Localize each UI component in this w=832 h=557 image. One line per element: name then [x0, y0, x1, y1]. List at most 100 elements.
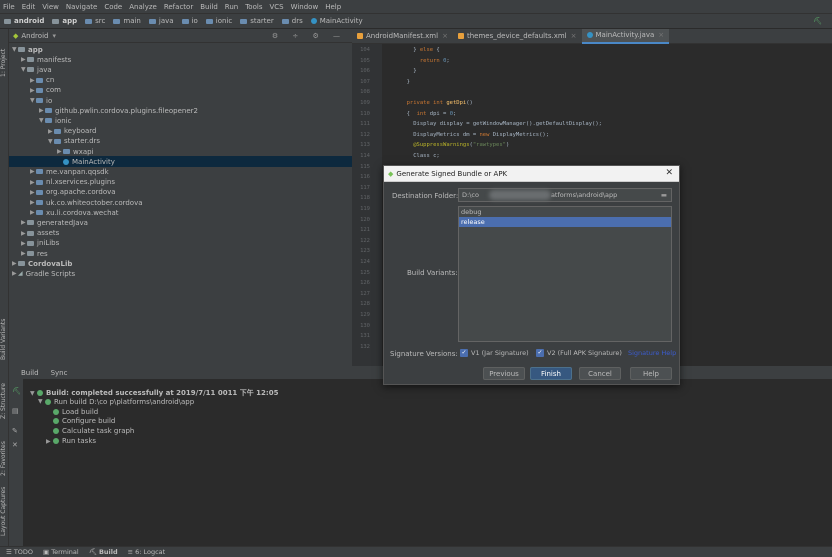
breadcrumb-item[interactable]: io [181, 17, 198, 25]
menu-item-run[interactable]: Run [225, 3, 238, 11]
tree-item-label: org.apache.cordova [46, 188, 116, 197]
breadcrumb-item[interactable]: android [4, 17, 44, 25]
build-toolbar: ⛏ ▤ ✎ ✕ [9, 379, 23, 546]
v1-checkbox[interactable]: ✓ V1 (Jar Signature) [460, 349, 529, 357]
tree-item-label: nl.xservices.plugins [46, 178, 115, 187]
tree-item-label: jniLibs [37, 239, 60, 248]
code-line[interactable]: Class c; [400, 153, 440, 159]
build-output-line[interactable]: ▼ Build: completed successfully at 2019/7… [30, 388, 278, 398]
folder-icon [54, 128, 61, 134]
folder-icon[interactable]: ▬ [661, 191, 667, 199]
check-circle-icon [53, 428, 59, 435]
tab-structure[interactable]: Z: Structure [0, 374, 9, 429]
build-output-line[interactable]: Load build [46, 408, 98, 416]
menu-item-view[interactable]: View [42, 3, 59, 11]
menu-item-navigate[interactable]: Navigate [66, 3, 97, 11]
code-line[interactable]: private int getDpi() [400, 100, 473, 106]
tree-item-label: MainActivity [72, 157, 115, 166]
hammer-icon[interactable]: ⛏ [12, 387, 21, 395]
breadcrumb-item[interactable]: src [85, 17, 105, 25]
tab-sync[interactable]: Sync [51, 369, 68, 377]
editor-tab[interactable]: themes_device_defaults.xml × [453, 29, 582, 44]
tree-item-label: assets [37, 229, 60, 238]
menu-item-window[interactable]: Window [291, 3, 319, 11]
line-number: 122 [360, 237, 370, 244]
panel-tools[interactable]: ⚙ ÷ ⚙ — [272, 32, 346, 40]
line-number: 121 [360, 227, 370, 234]
project-view-select[interactable]: Android [21, 32, 48, 40]
build-output-text: Build: completed successfully at 2019/7/… [46, 389, 279, 397]
close-icon[interactable]: × [658, 31, 664, 39]
build-output-line[interactable]: ▼ Run build D:\co p\platforms\android\app [38, 398, 194, 406]
code-line[interactable]: @SuppressWarnings("rawtypes") [400, 142, 509, 148]
hammer-icon[interactable]: ⛏ [813, 17, 822, 25]
chevron-right-icon[interactable]: ▶ [46, 438, 53, 445]
tool-tab-build[interactable]: ⛏ Build [89, 548, 118, 556]
tab-project[interactable]: 1: Project [0, 35, 9, 90]
previous-button[interactable]: Previous [483, 367, 525, 380]
build-output-line[interactable]: Configure build [46, 417, 115, 425]
tool-tab-todo[interactable]: ☰ TODO [6, 548, 33, 556]
build-variants-list[interactable]: debug release [458, 206, 672, 342]
breadcrumb-item[interactable]: java [148, 17, 174, 25]
build-output-line[interactable]: ▶ Run tasks [46, 437, 96, 445]
menu-item-analyze[interactable]: Analyze [129, 3, 157, 11]
line-number: 111 [360, 121, 370, 128]
chevron-down-icon[interactable]: ▼ [30, 390, 37, 397]
pin-icon[interactable]: ✎ [12, 427, 18, 435]
code-line[interactable]: DisplayMetrics dm = new DisplayMetrics()… [400, 132, 549, 138]
code-line[interactable]: } else { [400, 47, 440, 53]
destination-folder-field[interactable]: D:\co atforms\android\app ▬ [458, 188, 672, 202]
variant-option[interactable]: debug [459, 207, 671, 217]
cancel-button[interactable]: Cancel [579, 367, 621, 380]
close-icon[interactable]: × [442, 32, 448, 40]
tab-favorites[interactable]: 2: Favorites [0, 434, 9, 484]
menu-item-tools[interactable]: Tools [245, 3, 262, 11]
menu-item-help[interactable]: Help [325, 3, 341, 11]
tab-build-output[interactable]: Build [21, 369, 39, 377]
editor-tab[interactable]: MainActivity.java × [581, 28, 670, 44]
close-icon[interactable]: × [571, 32, 577, 40]
code-line[interactable]: } [400, 68, 416, 74]
menu-item-file[interactable]: File [3, 3, 15, 11]
code-line[interactable]: } [400, 79, 410, 85]
chevron-down-icon[interactable]: ▾ [52, 32, 56, 40]
signature-help-link[interactable]: Signature Help [628, 349, 676, 357]
tool-tab-logcat[interactable]: ≡ 6: Logcat [128, 548, 166, 556]
close-icon[interactable]: ✕ [665, 168, 673, 178]
menu-item-code[interactable]: Code [104, 3, 122, 11]
menu-item-vcs[interactable]: VCS [269, 3, 283, 11]
line-number: 114 [360, 153, 370, 159]
code-line[interactable]: Display display = getWindowManager().get… [400, 121, 602, 127]
breadcrumb-item[interactable]: main [113, 17, 141, 25]
editor-tab[interactable]: AndroidManifest.xml × [352, 29, 453, 44]
breadcrumb-item[interactable]: ionic [205, 17, 232, 25]
code-line[interactable]: { int dpi = 0; [400, 111, 457, 117]
tab-layout-captures[interactable]: Layout Captures [0, 479, 9, 544]
menu-item-refactor[interactable]: Refactor [164, 3, 193, 11]
menu-item-build[interactable]: Build [200, 3, 218, 11]
help-button[interactable]: Help [630, 367, 672, 380]
variant-option[interactable]: release [459, 217, 671, 227]
folder-icon [36, 98, 43, 103]
close-icon[interactable]: ✕ [12, 441, 18, 449]
menu-item-edit[interactable]: Edit [22, 3, 36, 11]
tab-build-variants[interactable]: Build Variants [0, 304, 9, 374]
breadcrumb-item[interactable]: drs [281, 17, 303, 25]
chevron-down-icon[interactable]: ▼ [38, 398, 45, 405]
hammer-icon: ⛏ [88, 548, 97, 556]
breadcrumb-item[interactable]: MainActivity [310, 17, 363, 25]
build-output-line[interactable]: Calculate task graph [46, 427, 134, 435]
folder-icon [310, 18, 317, 24]
layout-icon[interactable]: ▤ [12, 407, 19, 415]
breadcrumb-item[interactable]: starter [240, 17, 274, 25]
folder-icon [27, 230, 34, 236]
breadcrumb-item[interactable]: app [52, 17, 77, 25]
code-line[interactable]: return 0; [400, 58, 450, 64]
v2-checkbox[interactable]: ✓ V2 (Full APK Signature) [536, 349, 622, 357]
tree-item-label: io [46, 96, 53, 105]
tool-tab-terminal[interactable]: ▣ Terminal [43, 548, 79, 556]
finish-button[interactable]: Finish [530, 367, 572, 380]
tree-item[interactable]: ▶ ◢ Gradle Scripts [9, 268, 352, 279]
folder-icon [27, 67, 34, 73]
